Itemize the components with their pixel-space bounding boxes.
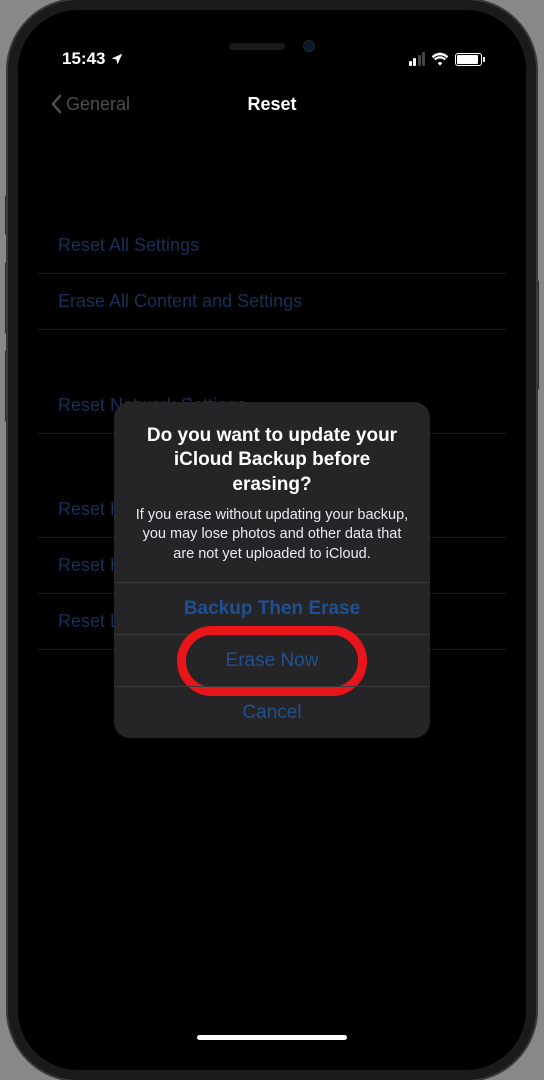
home-indicator[interactable] bbox=[197, 1035, 347, 1040]
erase-now-button[interactable]: Erase Now bbox=[114, 634, 430, 686]
alert-message: If you erase without updating your backu… bbox=[134, 506, 410, 565]
backup-then-erase-button[interactable]: Backup Then Erase bbox=[114, 582, 430, 634]
alert-button-label: Erase Now bbox=[226, 650, 319, 672]
cancel-button[interactable]: Cancel bbox=[114, 686, 430, 738]
alert-content: Do you want to update your iCloud Backup… bbox=[114, 402, 430, 583]
alert-button-label: Backup Then Erase bbox=[184, 598, 360, 620]
alert-dialog: Do you want to update your iCloud Backup… bbox=[114, 402, 430, 739]
screen: 15:43 General Reset bbox=[38, 30, 506, 1050]
alert-button-label: Cancel bbox=[242, 702, 301, 724]
alert-title: Do you want to update your iCloud Backup… bbox=[134, 424, 410, 498]
phone-frame: 15:43 General Reset bbox=[18, 10, 526, 1070]
alert-backdrop: Do you want to update your iCloud Backup… bbox=[38, 30, 506, 1050]
